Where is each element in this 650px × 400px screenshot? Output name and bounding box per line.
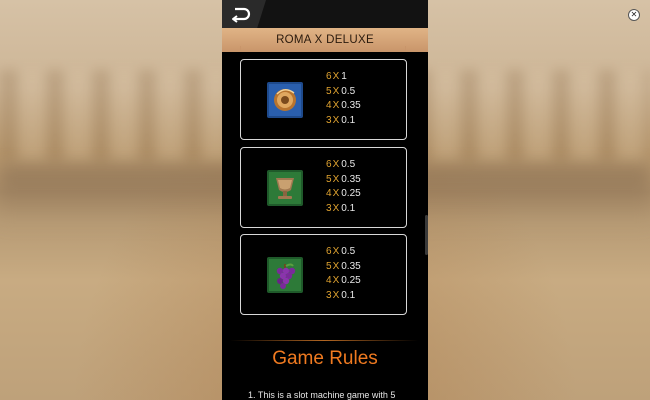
pay-value: 0.35 (341, 260, 361, 272)
pay-value: 0.1 (341, 290, 356, 302)
pay-value: 0.35 (341, 100, 361, 112)
pay-row: 4X 0.25 (326, 274, 361, 289)
pay-count: 4 (326, 275, 332, 287)
pay-multiplier-sign: X (332, 260, 340, 272)
chalice-icon (267, 170, 303, 206)
pay-multiplier-sign: X (332, 290, 340, 302)
paytable-panel[interactable]: ROMA X DELUXE 6X1 5X0.5 4X0.35 3X0.1 (222, 0, 428, 400)
pay-values: 6X 1 5X 0.5 4X 0.35 3X 0.1 (326, 70, 361, 129)
pay-multiplier-sign: X (332, 173, 340, 185)
paytable-entry-shield: 6X 1 5X 0.5 4X 0.35 3X 0.1 (240, 59, 407, 140)
pay-value: 0.25 (341, 275, 361, 287)
paytable-entry-chalice: 6X 0.5 5X 0.35 4X 0.25 3X 0.1 (240, 147, 407, 228)
pay-count: 5 (326, 260, 332, 272)
pay-count: 5 (326, 85, 332, 97)
pay-multiplier-sign: X (332, 115, 340, 127)
pay-multiplier-sign: X (332, 188, 340, 200)
pay-count: 3 (326, 115, 332, 127)
paytable-entry-grapes: 6X 0.5 5X 0.35 4X 0.25 3X 0.1 (240, 234, 407, 315)
pay-value: 0.25 (341, 188, 361, 200)
pay-value: 0.35 (341, 173, 361, 185)
pay-multiplier-sign: X (332, 85, 340, 97)
pay-values: 6X 0.5 5X 0.35 4X 0.25 3X 0.1 (326, 245, 361, 304)
pay-row: 6X 0.5 (326, 158, 361, 173)
section-divider (230, 340, 418, 341)
pay-multiplier-sign: X (332, 100, 340, 112)
pay-row: 3X 0.1 (326, 289, 361, 304)
pay-multiplier-sign: X (332, 71, 340, 82)
pay-value: 0.5 (341, 246, 356, 257)
pay-count: 6 (326, 159, 332, 170)
pay-multiplier-sign: X (332, 275, 340, 287)
grapes-icon (267, 257, 303, 293)
scrollbar[interactable] (425, 215, 428, 255)
game-rules-heading: Game Rules (272, 348, 378, 369)
pay-count: 5 (326, 173, 332, 185)
game-title: ROMA X DELUXE (276, 34, 374, 46)
pay-multiplier-sign: X (332, 246, 340, 257)
pay-row: 6X 0.5 (326, 245, 361, 260)
rules-line: 1. This is a slot machine game with 5 (248, 390, 396, 400)
pay-value: 0.5 (341, 85, 356, 97)
pay-row: 5X 0.35 (326, 173, 361, 188)
pay-count: 4 (326, 188, 332, 200)
pay-value: 0.5 (341, 159, 356, 170)
pay-multiplier-sign: X (332, 203, 340, 215)
pay-count: 4 (326, 100, 332, 112)
back-arrow-icon[interactable] (231, 5, 253, 23)
shield-icon (267, 82, 303, 118)
header-frame (240, 46, 406, 52)
pay-row: 3X 0.1 (326, 114, 361, 129)
pay-count: 6 (326, 71, 332, 82)
pay-value: 0.1 (341, 203, 356, 215)
pay-value: 1 (341, 71, 347, 82)
pay-values: 6X 0.5 5X 0.35 4X 0.25 3X 0.1 (326, 158, 361, 217)
pay-count: 6 (326, 246, 332, 257)
close-icon[interactable]: ✕ (628, 9, 640, 21)
pay-row: 4X 0.35 (326, 99, 361, 114)
pay-row: 3X 0.1 (326, 202, 361, 217)
pay-count: 3 (326, 203, 332, 215)
pay-count: 3 (326, 290, 332, 302)
pay-row: 5X 0.35 (326, 260, 361, 275)
pay-row: 5X 0.5 (326, 85, 361, 100)
pay-value: 0.1 (341, 115, 356, 127)
pay-row: 4X 0.25 (326, 187, 361, 202)
pay-multiplier-sign: X (332, 159, 340, 170)
pay-row: 6X 1 (326, 70, 361, 85)
